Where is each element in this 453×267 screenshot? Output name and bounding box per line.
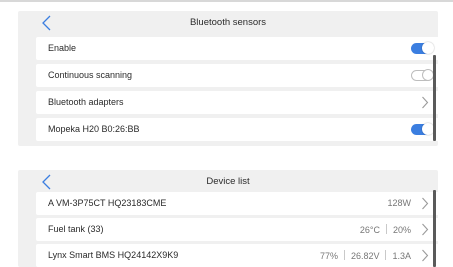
value-separator — [385, 250, 387, 260]
value-separator — [343, 250, 345, 260]
scrollbar[interactable] — [433, 55, 436, 141]
level-value: 20% — [392, 225, 411, 235]
setting-mopeka-sensor[interactable]: Mopeka H20 B0:26:BB — [36, 118, 441, 141]
setting-label: Bluetooth adapters — [48, 97, 124, 107]
device-list-panel: Device list A VM-3P75CT HQ23183CME 128W … — [18, 170, 441, 267]
device-name: A VM-3P75CT HQ23183CME — [48, 198, 167, 208]
chevron-right-icon — [422, 249, 429, 262]
setting-continuous-scanning[interactable]: Continuous scanning — [36, 64, 441, 87]
device-name: Lynx Smart BMS HQ24142X9K9 — [48, 250, 179, 260]
value-separator — [385, 224, 387, 234]
setting-label: Continuous scanning — [48, 70, 133, 80]
setting-enable[interactable]: Enable — [36, 37, 441, 60]
enable-toggle[interactable] — [411, 42, 434, 54]
top-divider — [0, 0, 453, 2]
chevron-right-icon — [422, 197, 429, 210]
toggle-knob — [422, 42, 434, 54]
setting-label: Enable — [48, 43, 77, 53]
mopeka-toggle[interactable] — [411, 123, 434, 135]
scrollbar[interactable] — [433, 190, 436, 267]
page-title: Bluetooth sensors — [189, 17, 267, 28]
device-values: 26°C 20% — [360, 224, 411, 235]
device-list-header: Device list — [18, 170, 438, 194]
device-row-lynx-bms[interactable]: Lynx Smart BMS HQ24142X9K9 77% 26.82V 1.3A — [36, 244, 441, 267]
continuous-scanning-toggle[interactable] — [411, 69, 434, 81]
chevron-right-icon — [422, 96, 429, 109]
bluetooth-sensors-header: Bluetooth sensors — [18, 11, 438, 35]
page-title: Device list — [206, 176, 250, 187]
chevron-right-icon — [422, 223, 429, 236]
setting-label: Mopeka H20 B0:26:BB — [48, 124, 140, 134]
current-value: 1.3A — [392, 251, 411, 261]
device-row-fuel-tank[interactable]: Fuel tank (33) 26°C 20% — [36, 218, 441, 241]
bluetooth-sensors-panel: Bluetooth sensors Enable Continuous scan… — [18, 11, 441, 146]
voltage-value: 26.82V — [350, 251, 380, 261]
device-values: 128W — [387, 198, 411, 208]
device-name: Fuel tank (33) — [48, 224, 104, 234]
device-row-inverter[interactable]: A VM-3P75CT HQ23183CME 128W — [36, 192, 441, 215]
device-values: 77% 26.82V 1.3A — [320, 250, 411, 261]
soc-value: 77% — [319, 251, 338, 261]
power-value: 128W — [387, 198, 411, 208]
setting-bluetooth-adapters[interactable]: Bluetooth adapters — [36, 91, 441, 114]
temperature-value: 26°C — [359, 225, 380, 235]
